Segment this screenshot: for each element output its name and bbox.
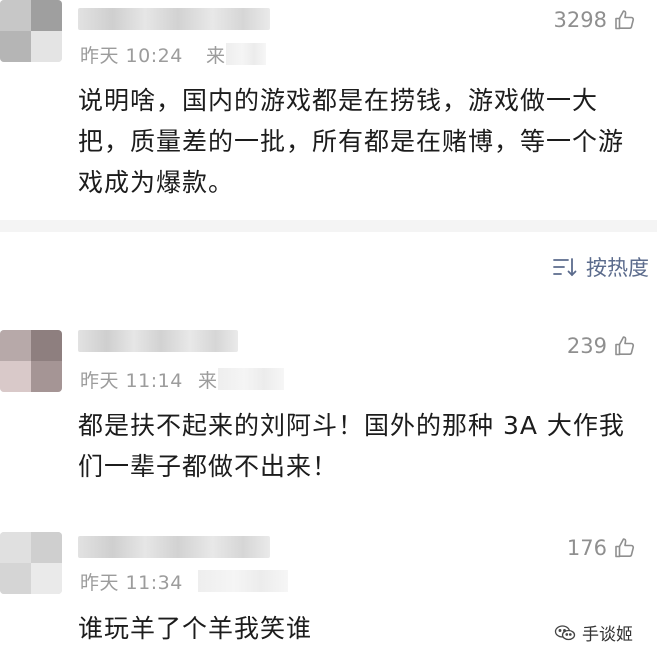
watermark-label: 手谈姬 [582,625,633,645]
sort-label: 按热度 [586,256,649,280]
watermark: 手谈姬 [548,618,639,647]
avatar-blur [31,0,62,31]
comment-text: 都是扶不起来的刘阿斗！国外的那种 3A 大作我们一辈子都做不出来！ [78,411,625,481]
comment-time: 昨天 11:34 [80,572,183,594]
comment-1: 昨天 10:24 来 3298 说明啥，国内的游戏都是在捞钱，游戏做一大把，质量… [0,0,657,230]
thumbs-up-icon [613,8,637,32]
comment-source-prefix: 来 [206,45,226,67]
comment-text: 说明啥，国内的游戏都是在捞钱，游戏做一大把，质量差的一批，所有都是在赌博，等一个… [78,86,625,197]
avatar[interactable] [0,330,62,392]
username-blurred[interactable] [78,330,238,352]
avatar-blur [0,0,31,31]
thumbs-up-icon [613,334,637,358]
avatar-blur [0,361,31,392]
avatar[interactable] [0,532,62,594]
like-count: 3298 [553,8,607,32]
like-count: 239 [566,334,607,358]
like-count: 176 [566,536,607,560]
avatar-blur [31,330,62,361]
avatar-blur [0,532,31,563]
avatar-blur [0,563,31,594]
wechat-icon [554,624,576,642]
username-blurred[interactable] [78,536,270,558]
thumbs-up-icon [613,536,637,560]
avatar-blur [31,563,62,594]
username-blurred[interactable] [78,8,270,30]
comment-2: 昨天 11:14 来 239 都是扶不起来的刘阿斗！国外的那种 3A 大作我们一… [0,300,657,500]
like-button[interactable]: 3298 [554,8,637,32]
avatar[interactable] [0,0,62,62]
source-blurred [226,43,266,65]
sort-by-hot-button[interactable]: 按热度 [552,252,649,282]
section-divider [0,220,657,232]
comment-time: 昨天 11:14 [80,370,183,392]
avatar-blur [0,31,31,62]
like-button[interactable]: 176 [567,536,637,560]
avatar-blur [31,361,62,392]
comment-time: 昨天 10:24 [80,45,183,67]
comment-text: 谁玩羊了个羊我笑谁 [78,614,313,643]
like-button[interactable]: 239 [567,334,637,358]
source-blurred [198,570,288,592]
source-blurred [218,368,284,390]
avatar-blur [31,31,62,62]
sort-icon [552,256,578,278]
comment-source-prefix: 来 [198,370,218,392]
avatar-blur [31,532,62,563]
avatar-blur [0,330,31,361]
